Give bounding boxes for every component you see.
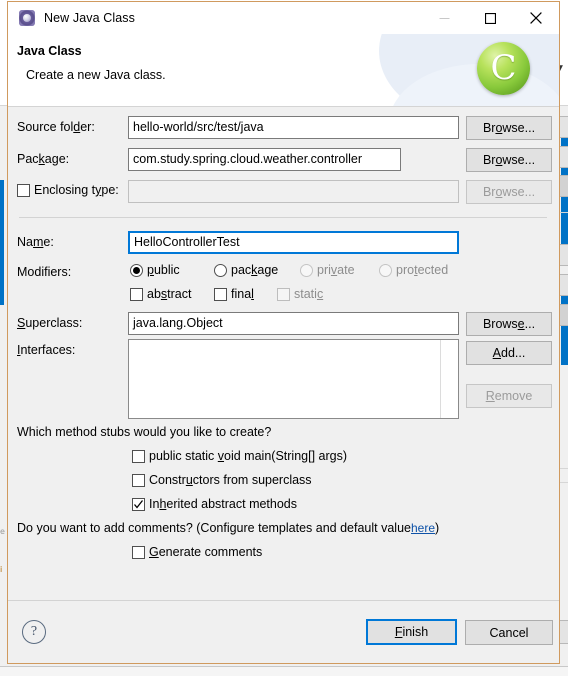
superclass-browse-button[interactable]: Browse... — [466, 312, 552, 336]
window-controls — [421, 2, 559, 34]
stub-checkbox-inherited[interactable]: Inherited abstract methods — [132, 497, 297, 511]
source-folder-browse-button[interactable]: Browse... — [466, 116, 552, 140]
dialog-titlebar[interactable]: New Java Class — [8, 2, 559, 34]
package-browse-button[interactable]: Browse... — [466, 148, 552, 172]
section-separator-1 — [19, 217, 547, 218]
name-label: Name: — [17, 235, 54, 249]
modifier-checkbox-abstract[interactable]: abstract — [130, 287, 191, 301]
checkbox-generate-comments-label: Generate comments — [149, 545, 263, 559]
dialog-body: Source folder: hello-world/src/test/java… — [8, 107, 559, 600]
enclosing-type-checkbox[interactable]: Enclosing type: — [17, 183, 119, 197]
dialog-header: Java Class Create a new Java class. C — [8, 34, 559, 107]
modifier-radio-package[interactable]: package — [214, 263, 278, 277]
modifier-radio-private[interactable]: private — [300, 263, 355, 277]
new-java-class-dialog: New Java Class Java Class Create a new J… — [7, 1, 560, 664]
superclass-input[interactable]: java.lang.Object — [128, 312, 459, 335]
checkbox-static-control — [277, 287, 290, 301]
package-input[interactable]: com.study.spring.cloud.weather.controlle… — [128, 148, 401, 171]
superclass-label: Superclass: — [17, 316, 83, 330]
interfaces-label: Interfaces: — [17, 343, 76, 357]
backdrop-left-marker — [0, 180, 4, 305]
enclosing-type-browse-button[interactable]: Browse... — [466, 180, 552, 204]
checkbox-inherited-label: Inherited abstract methods — [149, 497, 298, 511]
radio-private-control — [300, 263, 313, 277]
checkbox-final-control — [214, 287, 227, 301]
checkbox-constructors-label: Constructors from superclass — [149, 473, 312, 487]
checkbox-abstract-label: abstract — [147, 287, 192, 301]
finish-button[interactable]: Finish — [366, 619, 457, 645]
checkbox-generate-comments-control — [132, 545, 145, 559]
interfaces-add-button[interactable]: Add... — [466, 341, 552, 365]
page-title: Java Class — [17, 44, 82, 58]
comments-question-prefix: Do you want to add comments? (Configure … — [17, 521, 411, 535]
backdrop-text-fragment: e — [0, 527, 5, 536]
java-class-wizard-icon — [19, 10, 35, 26]
radio-private-label: private — [317, 263, 355, 277]
backdrop-text-fragment-2: i — [0, 565, 3, 574]
modifier-checkbox-final[interactable]: final — [214, 287, 254, 301]
modifier-radio-public[interactable]: public — [130, 263, 180, 277]
radio-protected-label: protected — [396, 263, 449, 277]
interfaces-listbox[interactable] — [128, 339, 459, 419]
source-folder-input[interactable]: hello-world/src/test/java — [128, 116, 459, 139]
close-button[interactable] — [513, 2, 559, 34]
help-icon-glyph: ? — [30, 624, 38, 639]
enclosing-type-input[interactable] — [128, 180, 459, 203]
page-description: Create a new Java class. — [26, 68, 166, 82]
enclosing-type-checkbox-box — [17, 183, 30, 197]
comments-question: Do you want to add comments? (Configure … — [17, 521, 439, 535]
help-icon[interactable]: ? — [22, 620, 46, 644]
checkbox-main-label: public static void main(String[] args) — [149, 449, 347, 463]
stub-checkbox-constructors[interactable]: Constructors from superclass — [132, 473, 312, 487]
checkbox-final-label: final — [231, 287, 254, 301]
check-icon — [134, 499, 144, 509]
configure-templates-link[interactable]: here — [411, 521, 435, 535]
wizard-banner-letter: C — [490, 47, 517, 88]
method-stubs-question: Which method stubs would you like to cre… — [17, 425, 272, 439]
name-input[interactable]: HelloControllerTest — [128, 231, 459, 254]
generate-comments-checkbox[interactable]: Generate comments — [132, 545, 262, 559]
enclosing-type-label: Enclosing type: — [34, 183, 119, 197]
dialog-title: New Java Class — [44, 11, 136, 25]
maximize-button[interactable] — [467, 2, 513, 34]
radio-protected-control — [379, 263, 392, 277]
backdrop-scrollbar-thumb-2[interactable] — [561, 290, 568, 365]
minimize-button[interactable] — [421, 2, 467, 34]
modifier-radio-protected[interactable]: protected — [379, 263, 448, 277]
modifiers-label: Modifiers: — [17, 265, 72, 279]
interfaces-remove-button[interactable]: Remove — [466, 384, 552, 408]
checkbox-abstract-control — [130, 287, 143, 301]
cancel-button[interactable]: Cancel — [465, 620, 553, 645]
radio-package-label: package — [231, 263, 279, 277]
modifier-checkbox-static[interactable]: static — [277, 287, 323, 301]
checkbox-inherited-control — [132, 497, 145, 511]
dialog-footer: ? Finish Cancel — [8, 600, 559, 663]
stub-checkbox-main[interactable]: public static void main(String[] args) — [132, 449, 347, 463]
radio-public-label: public — [147, 263, 180, 277]
checkbox-static-label: static — [294, 287, 324, 301]
comments-question-suffix: ) — [435, 521, 440, 535]
source-folder-label: Source folder: — [17, 120, 95, 134]
radio-package-control — [214, 263, 227, 277]
wizard-banner-icon: C — [477, 42, 530, 95]
radio-public-control — [130, 263, 143, 277]
checkbox-constructors-control — [132, 473, 145, 487]
package-label: Package: — [17, 152, 70, 166]
cancel-button-label: Cancel — [489, 625, 529, 640]
checkbox-main-control — [132, 449, 145, 463]
